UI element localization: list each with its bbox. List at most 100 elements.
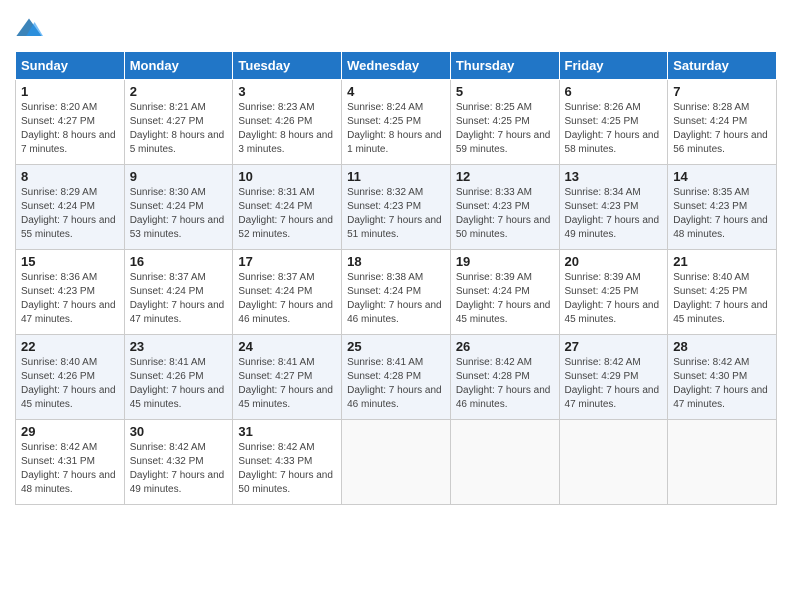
day-info: Sunrise: 8:20 AM Sunset: 4:27 PM Dayligh… [21,102,116,155]
day-info: Sunrise: 8:33 AM Sunset: 4:23 PM Dayligh… [456,187,551,240]
day-info: Sunrise: 8:37 AM Sunset: 4:24 PM Dayligh… [130,272,225,325]
calendar-cell: 8 Sunrise: 8:29 AM Sunset: 4:24 PM Dayli… [16,165,125,250]
calendar-cell: 3 Sunrise: 8:23 AM Sunset: 4:26 PM Dayli… [233,80,342,165]
calendar-week-row: 29 Sunrise: 8:42 AM Sunset: 4:31 PM Dayl… [16,420,777,505]
day-info: Sunrise: 8:42 AM Sunset: 4:31 PM Dayligh… [21,442,116,495]
calendar-cell: 2 Sunrise: 8:21 AM Sunset: 4:27 PM Dayli… [124,80,233,165]
calendar-cell: 27 Sunrise: 8:42 AM Sunset: 4:29 PM Dayl… [559,335,668,420]
calendar-cell [559,420,668,505]
day-info: Sunrise: 8:31 AM Sunset: 4:24 PM Dayligh… [238,187,333,240]
day-number: 11 [347,169,445,184]
day-info: Sunrise: 8:42 AM Sunset: 4:33 PM Dayligh… [238,442,333,495]
day-number: 9 [130,169,228,184]
logo [15,15,47,43]
weekday-header: Wednesday [342,52,451,80]
calendar-cell [342,420,451,505]
day-number: 5 [456,84,554,99]
day-number: 31 [238,424,336,439]
calendar-cell: 9 Sunrise: 8:30 AM Sunset: 4:24 PM Dayli… [124,165,233,250]
day-number: 8 [21,169,119,184]
day-number: 29 [21,424,119,439]
day-number: 4 [347,84,445,99]
day-number: 10 [238,169,336,184]
calendar-cell [450,420,559,505]
calendar-cell: 6 Sunrise: 8:26 AM Sunset: 4:25 PM Dayli… [559,80,668,165]
day-number: 19 [456,254,554,269]
day-number: 25 [347,339,445,354]
calendar-week-row: 15 Sunrise: 8:36 AM Sunset: 4:23 PM Dayl… [16,250,777,335]
day-info: Sunrise: 8:42 AM Sunset: 4:29 PM Dayligh… [565,357,660,410]
weekday-header: Sunday [16,52,125,80]
day-info: Sunrise: 8:37 AM Sunset: 4:24 PM Dayligh… [238,272,333,325]
day-number: 30 [130,424,228,439]
day-info: Sunrise: 8:29 AM Sunset: 4:24 PM Dayligh… [21,187,116,240]
day-number: 24 [238,339,336,354]
day-number: 12 [456,169,554,184]
day-info: Sunrise: 8:39 AM Sunset: 4:24 PM Dayligh… [456,272,551,325]
day-number: 22 [21,339,119,354]
calendar-cell: 28 Sunrise: 8:42 AM Sunset: 4:30 PM Dayl… [668,335,777,420]
day-info: Sunrise: 8:42 AM Sunset: 4:28 PM Dayligh… [456,357,551,410]
calendar-cell: 22 Sunrise: 8:40 AM Sunset: 4:26 PM Dayl… [16,335,125,420]
weekday-header: Monday [124,52,233,80]
day-number: 16 [130,254,228,269]
day-info: Sunrise: 8:42 AM Sunset: 4:32 PM Dayligh… [130,442,225,495]
day-number: 17 [238,254,336,269]
day-number: 23 [130,339,228,354]
weekday-header: Tuesday [233,52,342,80]
day-info: Sunrise: 8:28 AM Sunset: 4:24 PM Dayligh… [673,102,768,155]
calendar-cell: 13 Sunrise: 8:34 AM Sunset: 4:23 PM Dayl… [559,165,668,250]
calendar-cell: 1 Sunrise: 8:20 AM Sunset: 4:27 PM Dayli… [16,80,125,165]
calendar-cell: 25 Sunrise: 8:41 AM Sunset: 4:28 PM Dayl… [342,335,451,420]
day-number: 27 [565,339,663,354]
day-info: Sunrise: 8:42 AM Sunset: 4:30 PM Dayligh… [673,357,768,410]
calendar-cell: 17 Sunrise: 8:37 AM Sunset: 4:24 PM Dayl… [233,250,342,335]
day-info: Sunrise: 8:24 AM Sunset: 4:25 PM Dayligh… [347,102,442,155]
day-info: Sunrise: 8:36 AM Sunset: 4:23 PM Dayligh… [21,272,116,325]
day-info: Sunrise: 8:34 AM Sunset: 4:23 PM Dayligh… [565,187,660,240]
weekday-header: Thursday [450,52,559,80]
day-info: Sunrise: 8:23 AM Sunset: 4:26 PM Dayligh… [238,102,333,155]
day-number: 26 [456,339,554,354]
day-info: Sunrise: 8:35 AM Sunset: 4:23 PM Dayligh… [673,187,768,240]
calendar-week-row: 1 Sunrise: 8:20 AM Sunset: 4:27 PM Dayli… [16,80,777,165]
day-number: 3 [238,84,336,99]
calendar-week-row: 22 Sunrise: 8:40 AM Sunset: 4:26 PM Dayl… [16,335,777,420]
weekday-header-row: SundayMondayTuesdayWednesdayThursdayFrid… [16,52,777,80]
day-number: 13 [565,169,663,184]
day-info: Sunrise: 8:40 AM Sunset: 4:25 PM Dayligh… [673,272,768,325]
day-info: Sunrise: 8:41 AM Sunset: 4:27 PM Dayligh… [238,357,333,410]
weekday-header: Saturday [668,52,777,80]
calendar-cell: 10 Sunrise: 8:31 AM Sunset: 4:24 PM Dayl… [233,165,342,250]
calendar-cell: 29 Sunrise: 8:42 AM Sunset: 4:31 PM Dayl… [16,420,125,505]
day-number: 18 [347,254,445,269]
calendar-cell: 23 Sunrise: 8:41 AM Sunset: 4:26 PM Dayl… [124,335,233,420]
day-info: Sunrise: 8:39 AM Sunset: 4:25 PM Dayligh… [565,272,660,325]
day-number: 7 [673,84,771,99]
day-number: 21 [673,254,771,269]
day-number: 14 [673,169,771,184]
day-number: 20 [565,254,663,269]
day-number: 15 [21,254,119,269]
day-info: Sunrise: 8:40 AM Sunset: 4:26 PM Dayligh… [21,357,116,410]
day-info: Sunrise: 8:32 AM Sunset: 4:23 PM Dayligh… [347,187,442,240]
calendar-cell: 24 Sunrise: 8:41 AM Sunset: 4:27 PM Dayl… [233,335,342,420]
calendar-cell: 11 Sunrise: 8:32 AM Sunset: 4:23 PM Dayl… [342,165,451,250]
calendar-cell: 31 Sunrise: 8:42 AM Sunset: 4:33 PM Dayl… [233,420,342,505]
calendar-cell: 14 Sunrise: 8:35 AM Sunset: 4:23 PM Dayl… [668,165,777,250]
day-info: Sunrise: 8:38 AM Sunset: 4:24 PM Dayligh… [347,272,442,325]
day-number: 1 [21,84,119,99]
page-header [15,10,777,43]
calendar-table: SundayMondayTuesdayWednesdayThursdayFrid… [15,51,777,505]
calendar-cell [668,420,777,505]
day-info: Sunrise: 8:41 AM Sunset: 4:28 PM Dayligh… [347,357,442,410]
calendar-week-row: 8 Sunrise: 8:29 AM Sunset: 4:24 PM Dayli… [16,165,777,250]
day-info: Sunrise: 8:25 AM Sunset: 4:25 PM Dayligh… [456,102,551,155]
calendar-cell: 4 Sunrise: 8:24 AM Sunset: 4:25 PM Dayli… [342,80,451,165]
day-info: Sunrise: 8:30 AM Sunset: 4:24 PM Dayligh… [130,187,225,240]
day-number: 28 [673,339,771,354]
calendar-cell: 16 Sunrise: 8:37 AM Sunset: 4:24 PM Dayl… [124,250,233,335]
calendar-cell: 5 Sunrise: 8:25 AM Sunset: 4:25 PM Dayli… [450,80,559,165]
calendar-cell: 20 Sunrise: 8:39 AM Sunset: 4:25 PM Dayl… [559,250,668,335]
calendar-cell: 7 Sunrise: 8:28 AM Sunset: 4:24 PM Dayli… [668,80,777,165]
